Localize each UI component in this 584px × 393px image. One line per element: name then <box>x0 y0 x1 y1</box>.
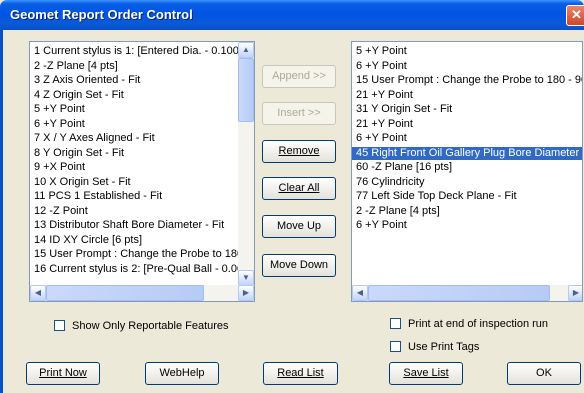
scroll-thumb[interactable] <box>238 58 254 122</box>
print-at-end-checkbox[interactable] <box>390 318 401 329</box>
show-only-reportable-label: Show Only Reportable Features <box>72 320 229 332</box>
save-list-button[interactable]: Save List <box>389 362 463 385</box>
list-item[interactable]: 76 Cylindricity <box>352 176 582 189</box>
list-item[interactable]: 21 +Y Point <box>352 89 582 102</box>
scroll-up-icon[interactable]: ▲ <box>238 42 254 58</box>
use-print-tags-checkbox[interactable] <box>390 341 401 352</box>
list-item[interactable]: 14 ID XY Circle [6 pts] <box>30 234 238 247</box>
list-item[interactable]: 2 -Z Plane [4 pts] <box>30 60 238 73</box>
print-at-end-option[interactable]: Print at end of inspection run <box>390 317 548 331</box>
right-horizontal-scrollbar[interactable]: ◀ ▶ <box>352 285 582 301</box>
print-now-button[interactable]: Print Now <box>26 362 100 385</box>
clear-all-button-label: Clear All <box>278 182 320 194</box>
list-item[interactable]: 6 +Y Point <box>352 60 582 73</box>
list-item[interactable]: 15 User Prompt : Change the Probe to 180… <box>30 248 238 261</box>
report-order-items: 5 +Y Point 6 +Y Point 15 User Prompt : Cha… <box>352 42 582 285</box>
list-item[interactable]: 13 Distributor Shaft Bore Diameter - Fit <box>30 219 238 232</box>
insert-button[interactable]: Insert >> <box>262 102 336 125</box>
list-item[interactable]: 4 Z Origin Set - Fit <box>30 89 238 102</box>
remove-button-label: Remove <box>278 145 320 157</box>
webhelp-button[interactable]: WebHelp <box>145 362 219 385</box>
show-only-reportable-checkbox[interactable] <box>54 320 65 331</box>
list-item[interactable]: 2 -Z Plane [4 pts] <box>352 205 582 218</box>
clear-all-button[interactable]: Clear All <box>262 177 336 200</box>
left-vertical-scrollbar[interactable]: ▲ ▼ <box>238 42 254 286</box>
ok-button[interactable]: OK <box>507 362 581 385</box>
list-item[interactable]: 11 PCS 1 Established - Fit <box>30 190 238 203</box>
list-item[interactable]: 12 -Z Point <box>30 205 238 218</box>
close-button[interactable]: ✕ <box>566 5 584 26</box>
left-horizontal-scrollbar[interactable]: ◀ ▶ <box>30 285 254 301</box>
print-now-button-label: Print Now <box>39 367 87 379</box>
list-item[interactable]: 31 Y Origin Set - Fit <box>352 103 582 116</box>
remove-button[interactable]: Remove <box>262 140 336 163</box>
list-item[interactable]: 10 X Origin Set - Fit <box>30 176 238 189</box>
scroll-left-icon[interactable]: ◀ <box>352 285 368 301</box>
list-item[interactable]: 3 Z Axis Oriented - Fit <box>30 74 238 87</box>
scroll-down-icon[interactable]: ▼ <box>238 270 254 286</box>
scroll-left-icon[interactable]: ◀ <box>30 285 46 301</box>
ok-button-label: OK <box>536 367 552 379</box>
report-order-list[interactable]: 5 +Y Point 6 +Y Point 15 User Prompt : Cha… <box>351 41 583 302</box>
move-up-button[interactable]: Move Up <box>262 215 336 238</box>
move-down-button-label: Move Down <box>269 259 329 271</box>
list-item[interactable]: 7 X / Y Axes Aligned - Fit <box>30 132 238 145</box>
webhelp-button-label: WebHelp <box>159 367 205 379</box>
available-features-list[interactable]: 1 Current stylus is 1: [Entered Dia. - 0… <box>29 41 255 302</box>
list-item[interactable]: 45 Right Front Oil Gallery Plug Bore Dia… <box>352 146 582 160</box>
list-item[interactable]: 6 +Y Point <box>352 219 582 232</box>
list-item[interactable]: 9 +X Point <box>30 161 238 174</box>
list-item[interactable]: 6 +Y Point <box>30 118 238 131</box>
scroll-right-icon[interactable]: ▶ <box>238 285 254 301</box>
scroll-right-icon[interactable]: ▶ <box>568 285 582 301</box>
list-item[interactable]: 1 Current stylus is 1: [Entered Dia. - 0… <box>30 45 238 58</box>
insert-button-label: Insert >> <box>277 107 321 119</box>
use-print-tags-option[interactable]: Use Print Tags <box>390 340 479 354</box>
read-list-button-label: Read List <box>277 367 324 379</box>
list-item[interactable]: 6 +Y Point <box>352 132 582 145</box>
list-item[interactable]: 60 -Z Plane [16 pts] <box>352 161 582 174</box>
use-print-tags-label: Use Print Tags <box>408 341 480 353</box>
list-item[interactable]: 21 +Y Point <box>352 118 582 131</box>
list-item[interactable]: 5 +Y Point <box>30 103 238 116</box>
move-up-button-label: Move Up <box>276 220 322 232</box>
list-item[interactable]: 5 +Y Point <box>352 45 582 58</box>
append-button-label: Append >> <box>272 70 326 82</box>
list-item[interactable]: 15 User Prompt : Change the Probe to 180… <box>352 74 582 87</box>
save-list-button-label: Save List <box>403 367 449 379</box>
print-at-end-label: Print at end of inspection run <box>408 318 549 330</box>
show-only-reportable-option[interactable]: Show Only Reportable Features <box>54 319 229 333</box>
move-down-button[interactable]: Move Down <box>262 254 336 277</box>
read-list-button[interactable]: Read List <box>263 362 338 385</box>
scroll-thumb[interactable] <box>368 285 550 301</box>
list-item[interactable]: 16 Current stylus is 2: [Pre-Qual Ball -… <box>30 263 238 276</box>
scroll-thumb[interactable] <box>46 285 204 301</box>
window-title: Geomet Report Order Control <box>10 7 193 22</box>
title-bar[interactable]: Geomet Report Order Control ✕ <box>0 0 584 30</box>
list-item[interactable]: 8 Y Origin Set - Fit <box>30 147 238 160</box>
available-features-items: 1 Current stylus is 1: [Entered Dia. - 0… <box>30 42 238 285</box>
report-order-dialog: Geomet Report Order Control ✕ 1 Current … <box>0 0 584 393</box>
append-button[interactable]: Append >> <box>262 65 336 88</box>
list-item[interactable]: 77 Left Side Top Deck Plane - Fit <box>352 190 582 203</box>
